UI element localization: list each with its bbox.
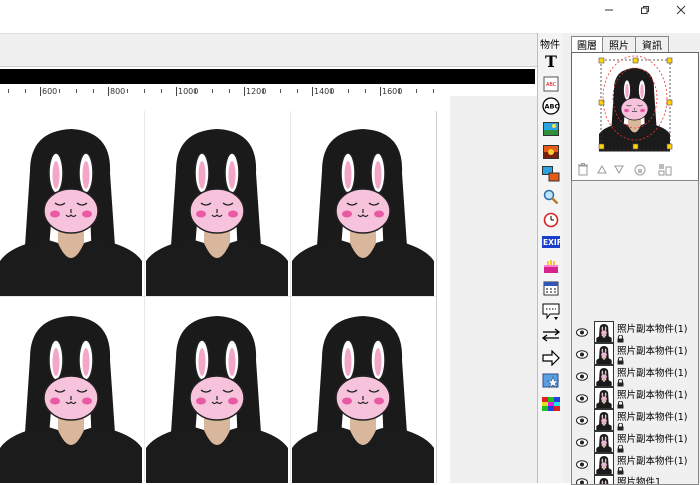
tab-layers[interactable]: 圖層 [571, 36, 603, 52]
eye-icon[interactable] [576, 459, 588, 469]
photo-copy[interactable] [292, 298, 434, 483]
layer-row[interactable]: 照片副本物件(1) [572, 409, 698, 431]
lock-icon[interactable] [617, 333, 624, 343]
sunset-image-icon[interactable] [541, 143, 560, 161]
layer-row[interactable]: 照片副本物件(1) [572, 387, 698, 409]
lock-icon[interactable] [617, 421, 624, 431]
minimize-icon[interactable] [592, 0, 626, 20]
abc-frame-icon[interactable]: ABC [541, 75, 560, 93]
lock-icon[interactable] [617, 399, 624, 409]
eye-icon[interactable] [576, 349, 588, 359]
layer-name: 照片副本物件(1) [617, 434, 688, 445]
align-icon[interactable] [658, 163, 672, 179]
eye-icon[interactable] [576, 393, 588, 403]
lock-icon[interactable] [617, 377, 624, 387]
tab-info[interactable]: 資訊 [635, 36, 669, 52]
star-frame-icon[interactable] [541, 372, 560, 390]
exif-icon[interactable]: EXIF [541, 233, 560, 251]
layer-thumbnail [594, 387, 614, 409]
layer-list: 照片副本物件(1) 照片副本物件(1) 照片副本物件(1) 照片副本物件(1) … [571, 180, 699, 485]
clock-icon[interactable] [541, 211, 560, 229]
layer-row[interactable]: 照片副本物件(1) [572, 431, 698, 453]
text-tool-icon[interactable]: T [541, 52, 560, 70]
layer-thumbnail [594, 343, 614, 365]
photo-stack-icon[interactable] [541, 165, 560, 183]
layer-row[interactable]: 照片副本物件(1) [572, 453, 698, 475]
svg-text:EXIF: EXIF [543, 238, 560, 247]
layer-name: 照片副本物件(1) [617, 456, 688, 467]
layer-name: 照片副本物件(1) [617, 412, 688, 423]
calendar-icon[interactable] [541, 279, 560, 297]
down-arrow-icon[interactable] [614, 164, 624, 177]
object-toolbar: 物件 T ABC ABC EXIF [537, 33, 564, 483]
up-arrow-icon[interactable] [597, 164, 607, 177]
right-panel: 圖層 照片 資訊 照片副本物件(1) 照片副本物件(1) 照片副本物件(1) 照… [563, 33, 700, 485]
lock-icon[interactable] [617, 443, 624, 453]
layer-thumbnail [594, 409, 614, 431]
window-title-bar [0, 0, 700, 32]
layer-name: 照片副本物件(1) [617, 324, 688, 335]
color-grid-icon[interactable] [541, 395, 560, 413]
restore-icon[interactable] [628, 0, 662, 20]
layer-name: 照片副本物件(1) [617, 390, 688, 401]
ruler-label: 800 [107, 87, 126, 96]
eye-icon[interactable] [576, 327, 588, 337]
layer-toolbar [571, 158, 697, 180]
layer-name: 照片副本物件(1) [617, 368, 688, 379]
photo-copy[interactable] [0, 298, 142, 483]
ruler-label: 600 [39, 87, 58, 96]
print-sheet[interactable] [0, 96, 450, 483]
photo-copy[interactable] [292, 111, 434, 296]
lock-icon[interactable] [634, 163, 646, 179]
eye-icon[interactable] [576, 415, 588, 425]
trash-icon[interactable] [577, 163, 589, 179]
canvas-header-bar [0, 69, 535, 84]
swap-arrows-icon[interactable] [541, 326, 560, 344]
layer-thumbnail [594, 453, 614, 475]
svg-text:ABC: ABC [544, 103, 559, 111]
lock-icon[interactable] [617, 355, 624, 365]
main-toolbar [0, 33, 537, 67]
layer-row[interactable]: 照片副本物件(1) [572, 343, 698, 365]
magnifier-icon[interactable] [541, 188, 560, 206]
layer-name: 照片副本物件(1) [617, 346, 688, 357]
object-toolbar-title: 物件 [540, 40, 560, 51]
layer-row[interactable]: 照片副本物件(1) [572, 321, 698, 343]
lock-icon[interactable] [617, 465, 624, 475]
layer-thumbnail [594, 365, 614, 387]
eye-icon[interactable] [576, 437, 588, 447]
close-icon[interactable] [664, 0, 698, 20]
tab-photos[interactable]: 照片 [602, 36, 636, 52]
svg-text:T: T [545, 53, 557, 69]
svg-text:ABC: ABC [546, 82, 557, 88]
abc-circle-icon[interactable]: ABC [541, 97, 560, 115]
speech-bubble-icon[interactable] [541, 303, 560, 321]
arrow-right-icon[interactable] [541, 349, 560, 367]
layer-row[interactable]: 照片副本物件(1) [572, 365, 698, 387]
layer-thumbnail [594, 321, 614, 343]
photo-copy[interactable] [0, 111, 142, 296]
horizontal-ruler: 600 800 1000 1200 1400 1600 [0, 84, 450, 96]
layer-thumbnail [594, 431, 614, 453]
landscape-image-icon[interactable] [541, 120, 560, 138]
birthday-cake-icon[interactable] [541, 257, 560, 275]
photo-copy[interactable] [146, 298, 288, 483]
photo-copy[interactable] [146, 111, 288, 296]
eye-icon[interactable] [576, 371, 588, 381]
